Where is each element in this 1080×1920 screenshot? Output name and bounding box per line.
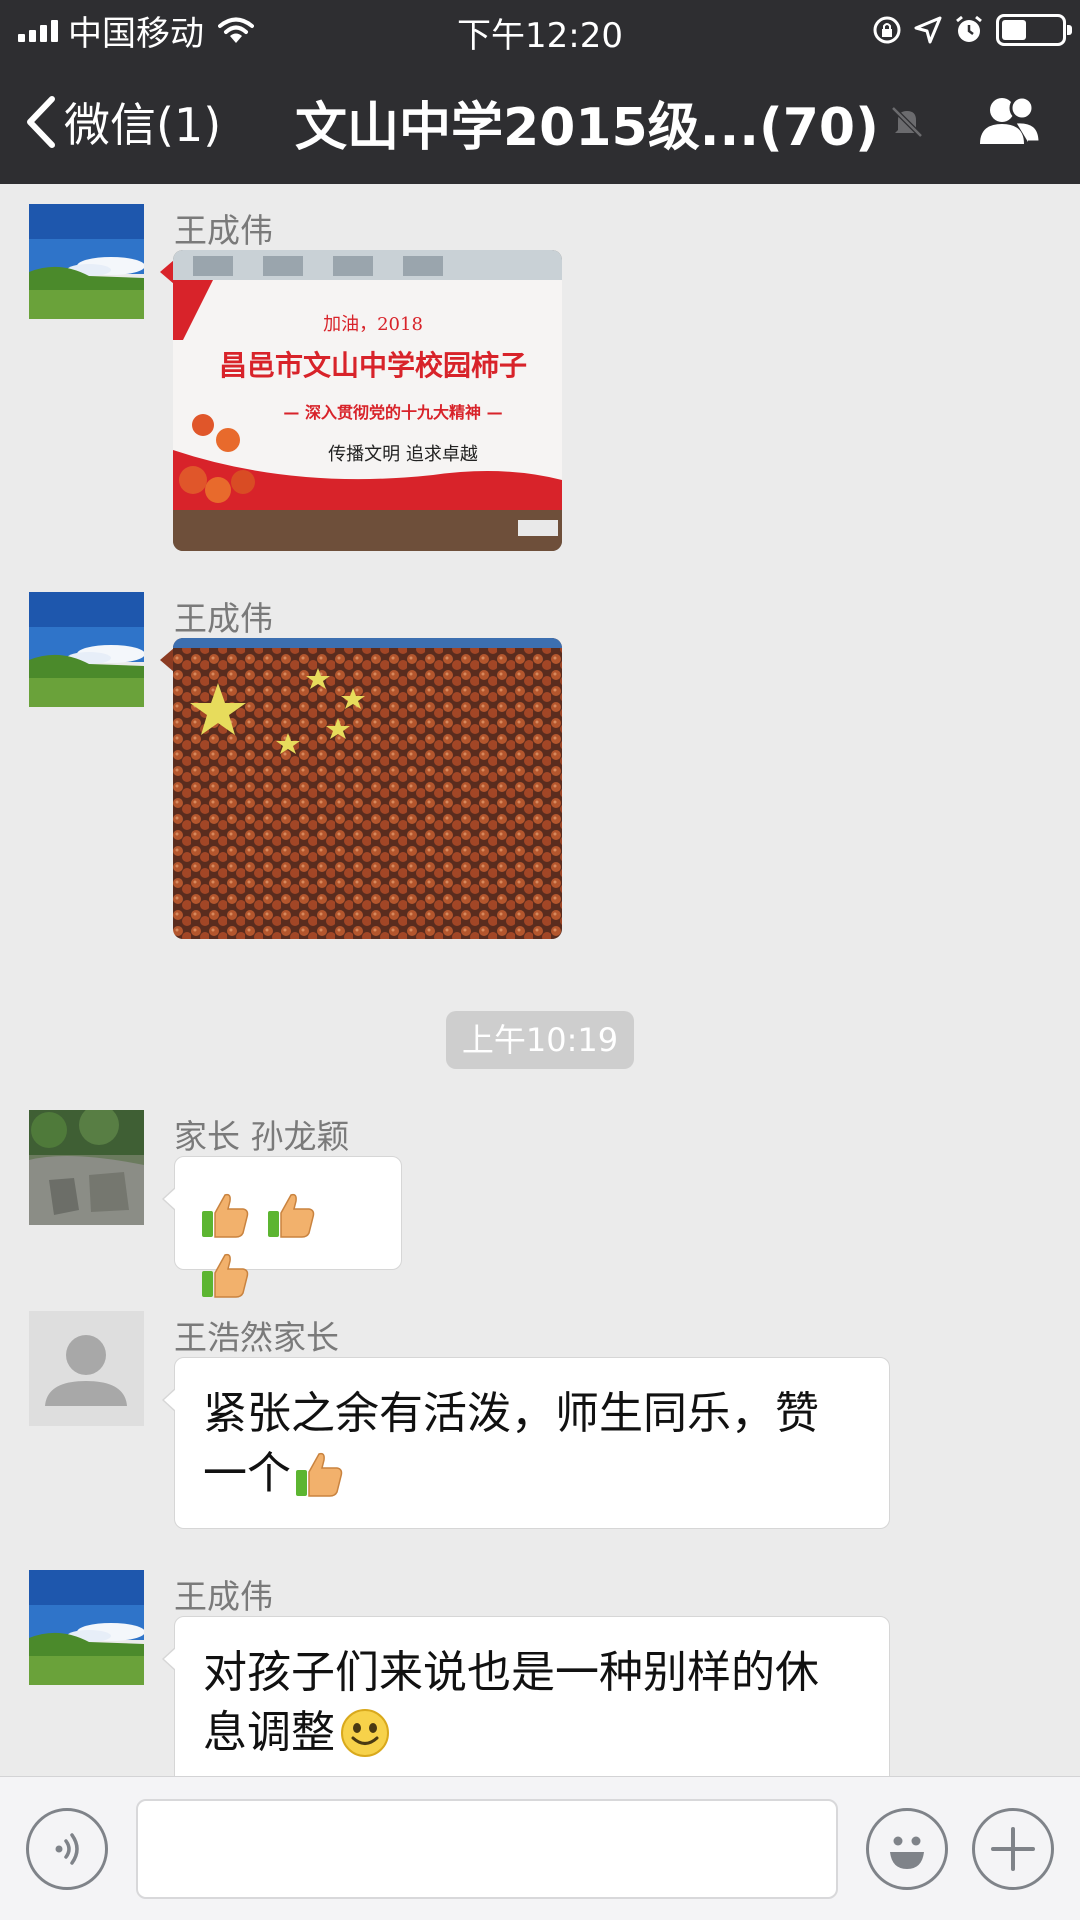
chat-area[interactable]: 王成伟 加油，2018 昌邑市文山中学校园柿子 — 深入贯彻党的十九大精神 — … [0,184,1080,1776]
banner-line-3: — 深入贯彻党的十九大精神 — [283,403,502,422]
nav-bar: 微信(1) 文山中学2015级...(70) [0,60,1080,184]
bubble-arrow [160,648,174,672]
message-text-line-1: 对孩子们来说也是一种别样的休 [203,1647,819,1698]
thumbs-up-icon [202,1193,249,1238]
avatar[interactable] [29,1110,144,1225]
sender-name: 家长 孙龙颖 [174,1117,350,1156]
message-text-line-2: 一个 [203,1448,291,1499]
smile-emoji-icon [341,1709,389,1757]
banner-line-4: 传播文明 追求卓越 [328,444,478,465]
battery-icon [996,14,1072,46]
message-bubble[interactable]: 紧张之余有活泼，师生同乐，赞 一个 [162,1357,890,1529]
alarm-icon [956,15,982,42]
message-text-line-1: 紧张之余有活泼，师生同乐，赞 [203,1388,819,1439]
message-bubble[interactable] [162,1156,402,1298]
input-bar [0,1776,1080,1920]
more-button[interactable] [972,1808,1054,1890]
message-text-line-2-wrap: 息调整 [203,1703,861,1763]
voice-button[interactable] [26,1808,108,1890]
chevron-left-icon [27,96,55,148]
rotation-lock-icon [873,16,901,44]
message-input[interactable] [136,1799,838,1899]
emoji-button[interactable] [866,1808,948,1890]
chat-title-text: 文山中学2015级...(70) [295,97,879,158]
sender-name: 王成伟 [174,1577,273,1616]
image-message[interactable]: 加油，2018 昌邑市文山中学校园柿子 — 深入贯彻党的十九大精神 — 传播文明… [173,250,562,551]
back-button[interactable]: 微信(1) [24,90,221,154]
avatar[interactable] [29,204,144,319]
banner-line-1: 加油，2018 [323,314,423,335]
plus-icon [991,1827,1035,1871]
chat-title: 文山中学2015级...(70) [295,90,925,158]
voice-icon [55,1833,79,1865]
status-right [872,10,1072,50]
location-icon [914,16,942,44]
thumbs-up-icon [202,1253,249,1298]
avatar[interactable] [29,1570,144,1685]
sender-name: 王成伟 [174,211,273,250]
sender-name: 王成伟 [174,599,273,638]
banner-line-2: 昌邑市文山中学校园柿子 [219,349,527,382]
bubble-arrow [160,260,174,284]
image-message[interactable] [173,638,562,939]
emoji-icon [890,1836,924,1869]
sender-name: 王浩然家长 [174,1318,339,1357]
timestamp: 上午10:19 [446,1011,634,1069]
message-bubble[interactable]: 对孩子们来说也是一种别样的休 息调整 [162,1616,890,1776]
message-text-line-2-wrap: 一个 [203,1444,861,1504]
thumbs-up-icon [296,1452,343,1497]
avatar[interactable] [29,1311,144,1426]
group-members-icon[interactable] [976,94,1044,150]
bell-slash-icon [891,106,923,138]
avatar[interactable] [29,592,144,707]
thumbs-up-icon [268,1193,315,1238]
message-text-line-2: 息调整 [203,1707,335,1758]
back-label: 微信(1) [64,98,222,152]
status-bar: 中国移动 下午12:20 [0,0,1080,60]
